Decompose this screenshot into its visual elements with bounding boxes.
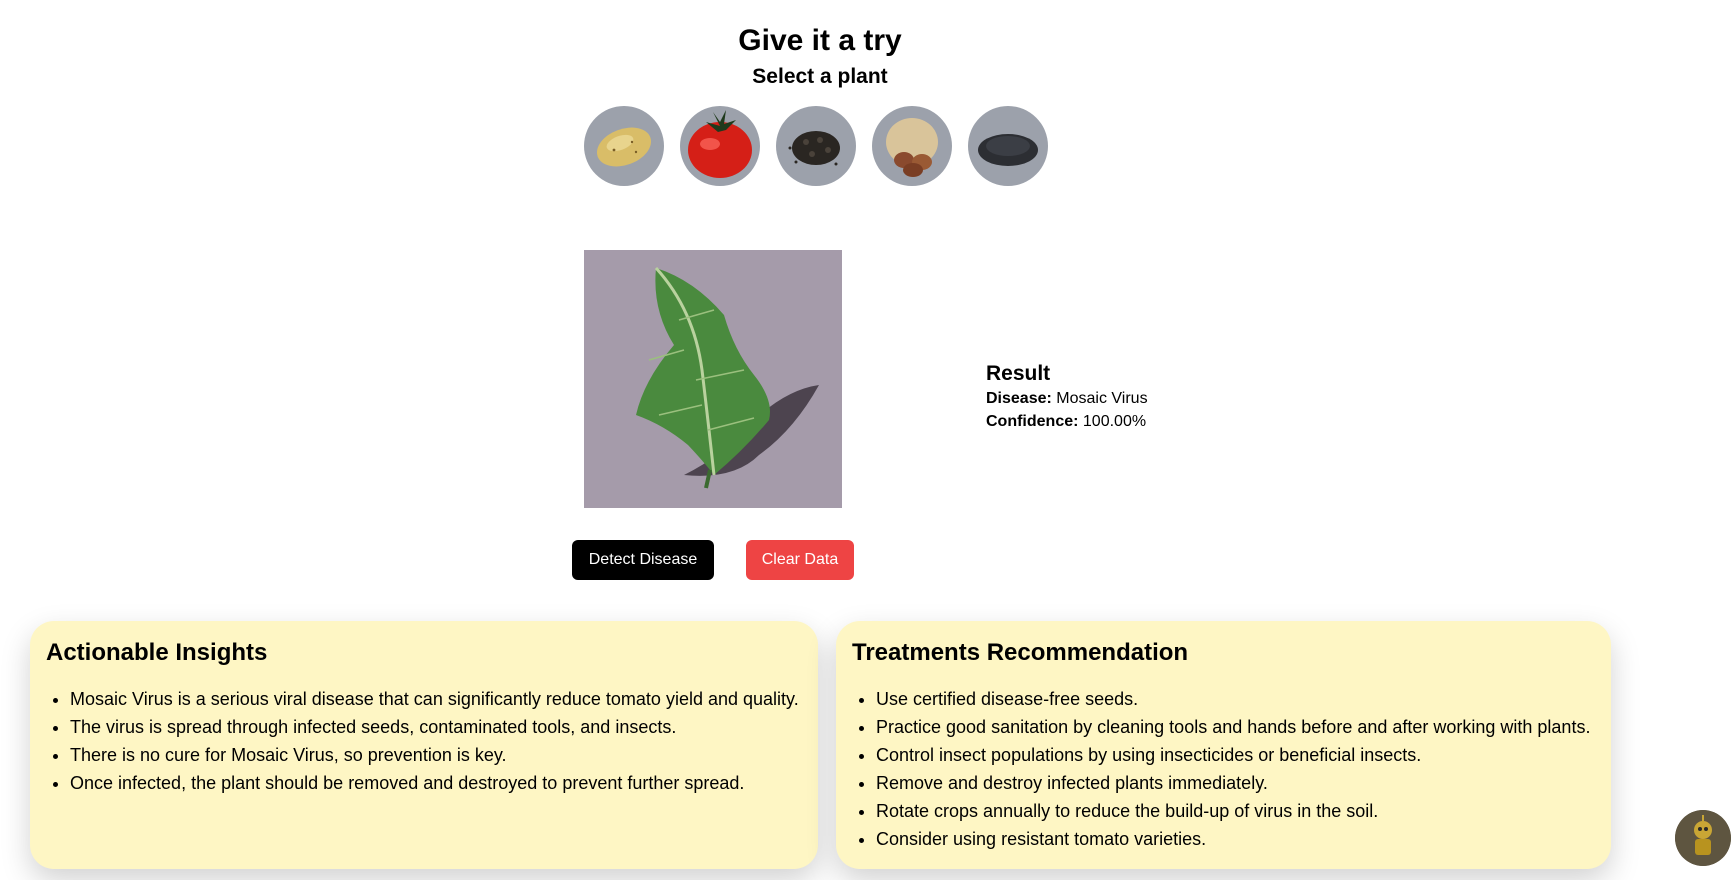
chatbot-avatar-button[interactable] xyxy=(1675,810,1731,866)
potato-icon xyxy=(596,127,652,167)
disease-value: Mosaic Virus xyxy=(1056,390,1148,407)
clear-data-button[interactable]: Clear Data xyxy=(746,540,854,580)
page-title: Give it a try xyxy=(738,24,902,57)
leaf-photo xyxy=(584,250,842,508)
treatments-title: Treatments Recommendation xyxy=(852,639,1189,666)
confidence-value: 100.00% xyxy=(1082,413,1147,430)
treatments-list: Use certified disease-free seeds. Practi… xyxy=(852,685,1595,853)
list-item: Practice good sanitation by cleaning too… xyxy=(876,713,1595,741)
peanut-icon xyxy=(886,118,938,177)
plant-option-seeds-pile[interactable] xyxy=(968,106,1048,186)
list-item: Consider using resistant tomato varietie… xyxy=(876,825,1595,853)
seeds-pile-icon xyxy=(978,134,1038,166)
list-item: Control insect populations by using inse… xyxy=(876,741,1595,769)
insights-title: Actionable Insights xyxy=(46,639,268,666)
plant-option-peanut[interactable] xyxy=(872,106,952,186)
insights-list: Mosaic Virus is a serious viral disease … xyxy=(46,685,802,797)
list-item: The virus is spread through infected see… xyxy=(70,713,802,741)
page-subtitle: Select a plant xyxy=(752,65,888,88)
uploaded-leaf-image xyxy=(584,250,842,508)
plant-option-black-seeds[interactable] xyxy=(776,106,856,186)
confidence-label: Confidence: xyxy=(986,413,1079,430)
detect-disease-button[interactable]: Detect Disease xyxy=(572,540,714,580)
plant-option-tomato[interactable] xyxy=(680,106,760,186)
list-item: There is no cure for Mosaic Virus, so pr… xyxy=(70,741,802,769)
list-item: Remove and destroy infected plants immed… xyxy=(876,769,1595,797)
tomato-icon xyxy=(688,110,752,178)
result-disease: Disease: Mosaic Virus xyxy=(986,390,1148,408)
list-item: Use certified disease-free seeds. xyxy=(876,685,1595,713)
result-confidence: Confidence: 100.00% xyxy=(986,413,1148,431)
list-item: Mosaic Virus is a serious viral disease … xyxy=(70,685,802,713)
result-panel: Result Disease: Mosaic Virus Confidence:… xyxy=(986,362,1148,436)
disease-label: Disease: xyxy=(986,390,1052,407)
robot-avatar-icon xyxy=(1675,810,1731,866)
list-item: Rotate crops annually to reduce the buil… xyxy=(876,797,1595,825)
plant-option-potato[interactable] xyxy=(584,106,664,186)
list-item: Once infected, the plant should be remov… xyxy=(70,769,802,797)
treatments-recommendation-card: Treatments Recommendation Use certified … xyxy=(836,621,1611,869)
black-seeds-icon xyxy=(788,131,840,166)
actionable-insights-card: Actionable Insights Mosaic Virus is a se… xyxy=(30,621,818,869)
result-heading: Result xyxy=(986,362,1051,385)
plant-selector xyxy=(584,106,1048,186)
